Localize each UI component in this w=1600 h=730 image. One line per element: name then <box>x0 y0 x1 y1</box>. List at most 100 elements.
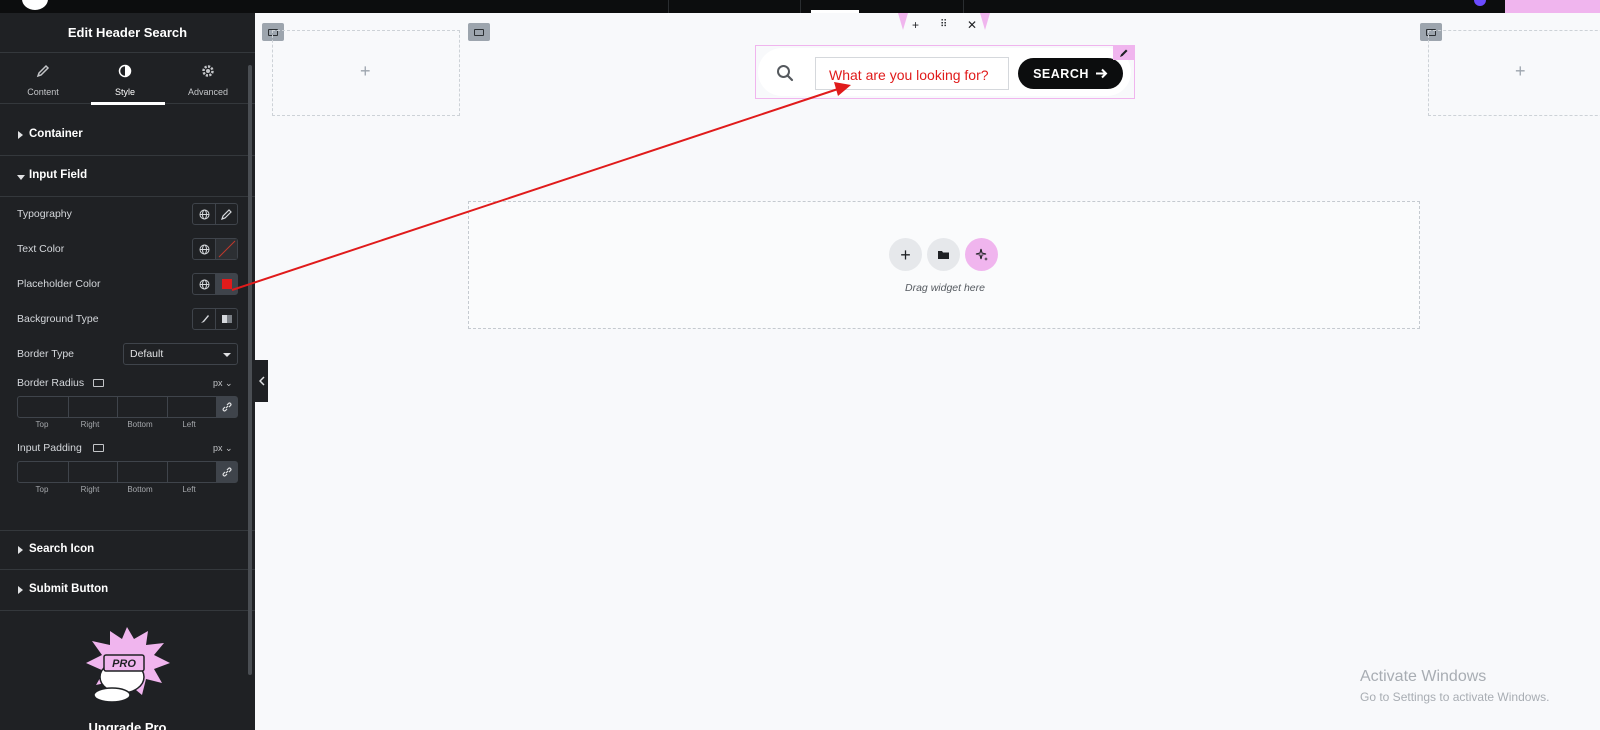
section-search-icon[interactable]: Search Icon <box>0 530 255 570</box>
caret-right-icon <box>18 131 23 139</box>
edit-widget-button[interactable] <box>1113 45 1135 60</box>
border-type-value: Default <box>130 348 164 360</box>
tab-label: Style <box>114 87 135 97</box>
sparkle-icon <box>975 248 988 261</box>
responsive-desktop-icon[interactable] <box>93 444 104 452</box>
arrow-right-icon <box>1095 68 1108 79</box>
chevron-down-icon <box>223 353 231 357</box>
tab-label: Advanced <box>187 87 229 97</box>
section-container[interactable]: Container <box>0 116 255 156</box>
drag-handle-icon[interactable]: ⠿ <box>940 19 947 30</box>
search-input[interactable]: What are you looking for? <box>815 57 1009 90</box>
dim-label: Bottom <box>127 420 153 429</box>
border-radius-dim-labels: Top Right Bottom Left <box>17 420 217 432</box>
caret-right-icon <box>18 586 23 594</box>
tab-label: Content <box>27 87 59 97</box>
top-bar <box>0 0 1600 13</box>
section-label: Input Field <box>29 169 88 181</box>
pencil-icon <box>1120 49 1128 57</box>
dim-label: Top <box>35 420 49 429</box>
user-avatar[interactable] <box>1474 0 1486 6</box>
border-radius-bottom-input[interactable] <box>117 397 167 417</box>
input-padding-label: Input Padding <box>17 442 82 454</box>
empty-section-dropzone[interactable]: + Drag widget here <box>468 201 1420 329</box>
border-radius-right-input[interactable] <box>67 397 118 417</box>
panel-scrollbar[interactable] <box>248 65 252 675</box>
global-icon[interactable] <box>193 204 215 224</box>
unit-select[interactable]: px ⌄ <box>213 443 233 454</box>
typography-label: Typography <box>17 208 72 220</box>
edit-typography-icon[interactable] <box>215 204 237 224</box>
tab-style[interactable]: Style <box>85 54 165 105</box>
link-icon[interactable] <box>216 462 237 482</box>
tab-content[interactable]: Content <box>3 54 83 104</box>
panel-tabs: Content Style Advanced <box>0 54 255 105</box>
half-circle-icon <box>118 64 132 78</box>
app-logo[interactable] <box>22 0 48 10</box>
link-icon[interactable] <box>216 397 237 417</box>
responsive-desktop-icon[interactable] <box>93 379 104 387</box>
pencil-icon <box>36 64 50 78</box>
brush-icon[interactable] <box>193 309 215 329</box>
text-color-controls <box>192 238 238 260</box>
input-padding-dim-labels: Top Right Bottom Left <box>17 485 217 497</box>
section-label: Container <box>29 128 83 140</box>
placeholder-color-swatch[interactable] <box>215 274 237 294</box>
background-type-label: Background Type <box>17 313 99 325</box>
upgrade-pro-label[interactable]: Upgrade Pro <box>0 720 255 730</box>
input-padding-right-input[interactable] <box>67 462 118 482</box>
toolbar-edge <box>980 13 990 30</box>
gear-icon <box>202 65 214 77</box>
input-padding-bottom-input[interactable] <box>117 462 167 482</box>
template-library-button[interactable] <box>927 238 960 271</box>
section-submit-button[interactable]: Submit Button <box>0 571 255 611</box>
add-section-icon[interactable]: + <box>912 18 919 32</box>
empty-column[interactable]: + <box>272 30 460 116</box>
column-handle[interactable] <box>468 23 490 41</box>
upgrade-pro-illustration: PRO <box>86 627 170 703</box>
border-radius-top-input[interactable] <box>18 397 68 417</box>
caret-down-icon <box>17 175 25 180</box>
placeholder-color-controls <box>192 273 238 295</box>
dim-label: Right <box>80 420 100 429</box>
input-padding-left-input[interactable] <box>166 462 217 482</box>
topbar-divider <box>800 0 801 13</box>
gradient-icon[interactable] <box>215 309 237 329</box>
close-icon[interactable]: ✕ <box>967 18 977 32</box>
upgrade-badge: PRO <box>112 658 136 670</box>
search-submit-button[interactable]: SEARCH <box>1018 58 1123 89</box>
global-icon[interactable] <box>193 274 215 294</box>
global-icon[interactable] <box>193 239 215 259</box>
empty-column[interactable]: + <box>1428 30 1600 116</box>
folder-icon <box>938 251 949 259</box>
section-input-field[interactable]: Input Field <box>0 157 255 197</box>
border-radius-left-input[interactable] <box>166 397 217 417</box>
background-type-controls <box>192 308 238 330</box>
text-color-label: Text Color <box>17 243 65 255</box>
header-search-widget[interactable]: What are you looking for? SEARCH <box>755 45 1135 99</box>
tab-advanced[interactable]: Advanced <box>168 54 248 104</box>
caret-right-icon <box>18 546 23 554</box>
section-label: Search Icon <box>29 543 95 555</box>
search-container: What are you looking for? SEARCH <box>758 48 1131 96</box>
publish-button[interactable] <box>1505 0 1600 13</box>
add-icon[interactable]: + <box>1515 61 1526 82</box>
unit-value: px <box>213 443 223 453</box>
add-icon[interactable]: + <box>360 61 371 82</box>
upgrade-badge-text: PRO <box>112 658 136 670</box>
input-padding-top-input[interactable] <box>18 462 68 482</box>
ai-generate-button[interactable] <box>965 238 998 271</box>
dim-label: Left <box>182 420 196 429</box>
drag-widget-hint: Drag widget here <box>905 282 985 294</box>
panel-title: Edit Header Search <box>0 13 255 53</box>
editor-panel: Edit Header Search Content Style Advance… <box>0 13 255 730</box>
add-widget-button[interactable]: + <box>889 238 922 271</box>
border-type-select[interactable]: Default <box>123 343 238 365</box>
dim-label: Bottom <box>127 485 153 494</box>
windows-watermark-title: Activate Windows <box>1360 668 1487 685</box>
dim-label: Top <box>35 485 49 494</box>
topbar-divider <box>668 0 669 13</box>
unit-select[interactable]: px ⌄ <box>213 378 233 389</box>
search-icon <box>777 65 794 82</box>
text-color-swatch[interactable] <box>215 239 237 259</box>
